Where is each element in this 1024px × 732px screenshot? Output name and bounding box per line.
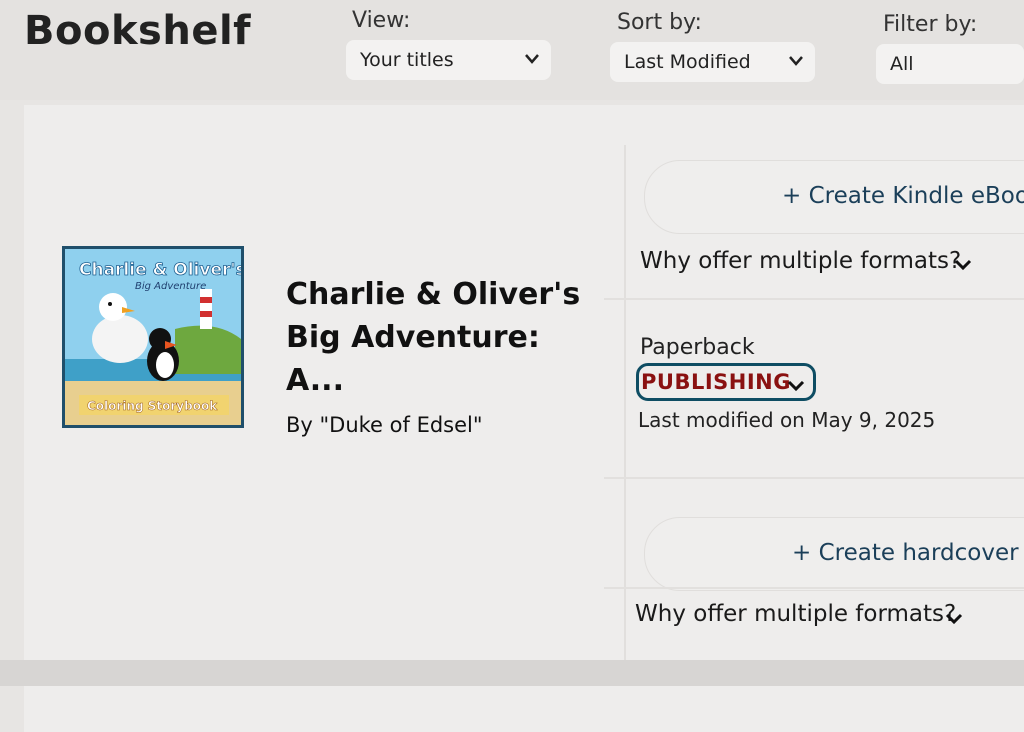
cover-title-line3: Coloring Storybook — [87, 399, 218, 413]
book-title[interactable]: Charlie & Oliver's Big Adventure: A... — [286, 273, 586, 402]
sort-label: Sort by: — [617, 10, 702, 35]
filter-label: Filter by: — [883, 12, 978, 37]
status-badge[interactable]: PUBLISHING — [636, 363, 816, 401]
filter-select[interactable]: All — [876, 44, 1024, 84]
header-bar: Bookshelf View: Your titles Sort by: Las… — [0, 0, 1024, 100]
card-separator — [0, 660, 1024, 686]
section-divider — [604, 477, 1024, 479]
chevron-down-icon[interactable] — [954, 256, 972, 275]
paperback-label: Paperback — [640, 335, 755, 360]
sort-select-value: Last Modified — [624, 51, 751, 73]
create-hardcover-label[interactable]: + Create hardcover — [792, 540, 1019, 566]
chevron-down-icon — [787, 377, 805, 396]
book-author: By "Duke of Edsel" — [286, 413, 483, 437]
page-title: Bookshelf — [24, 8, 252, 54]
why-multiple-formats-hardcover[interactable]: Why offer multiple formats? — [635, 601, 956, 627]
card-divider — [624, 145, 626, 660]
next-book-card — [24, 686, 1024, 732]
last-modified-text: Last modified on May 9, 2025 — [638, 408, 936, 432]
why-multiple-formats-kindle[interactable]: Why offer multiple formats? — [640, 248, 961, 274]
create-kindle-ebook-label[interactable]: + Create Kindle eBook — [782, 183, 1024, 209]
view-label: View: — [352, 8, 411, 33]
section-divider — [604, 298, 1024, 300]
view-select[interactable]: Your titles — [346, 40, 551, 80]
cover-title-line1: Charlie & Oliver's — [79, 260, 241, 280]
sort-select[interactable]: Last Modified — [610, 42, 815, 82]
chevron-down-icon — [525, 54, 539, 66]
status-text: PUBLISHING — [641, 370, 791, 394]
chevron-down-icon[interactable] — [945, 610, 963, 629]
book-cover-image[interactable]: Charlie & Oliver's Big Adventure Colorin… — [62, 246, 244, 428]
view-select-value: Your titles — [360, 49, 454, 71]
chevron-down-icon — [789, 56, 803, 68]
book-card: Charlie & Oliver's Big Adventure Colorin… — [24, 105, 1024, 660]
cover-title-line2: Big Adventure — [135, 281, 206, 292]
section-divider — [604, 587, 1024, 589]
filter-select-value: All — [890, 53, 914, 75]
